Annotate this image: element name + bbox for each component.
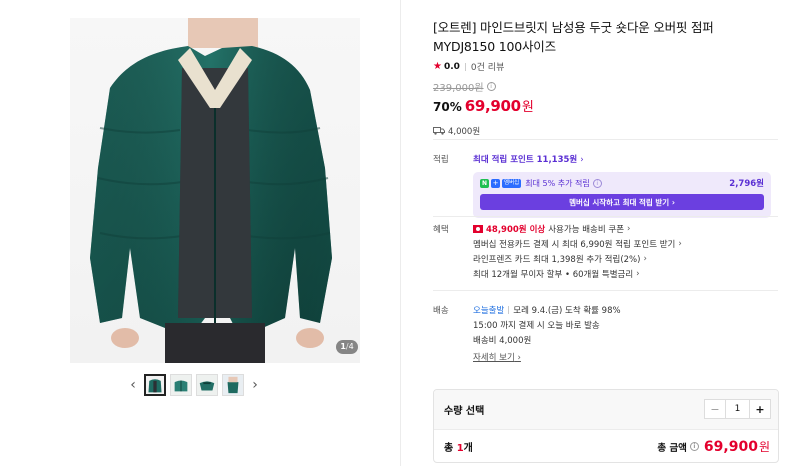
extra-points-text: 최대 5% 추가 적립 [525,178,590,188]
rating-score: 0.0 [443,61,460,72]
linefriends-card-text: 라인프렌즈 카드 최대 1,398원 추가 적립(2%) [473,254,641,265]
chevron-right-icon: › [580,155,584,165]
benefits-label: 혜택 [433,225,449,235]
chevron-right-icon: › [517,353,521,363]
promo-left: N + 멤버십 최대 5% 추가 적립 i [480,178,602,189]
today-shipping-badge: 오늘출발 [473,305,505,316]
membership-card-text: 멤버십 전용카드 결제 시 최대 6,990원 적립 포인트 받기 [473,239,676,250]
divider [433,139,778,140]
shipping-fee: 4,000원 [448,127,481,137]
max-points-text: 최대 적립 포인트 11,135원 [473,155,578,165]
delivery-divider [508,305,510,314]
max-points-link[interactable]: 최대 적립 포인트 11,135원 › [473,153,778,165]
truck-icon [433,127,445,135]
rating-row[interactable]: ★ 0.0 0건 리뷰 [433,60,778,73]
jacket-photo [90,18,332,363]
more-details-link[interactable]: 자세히 보기 › [473,351,778,363]
extra-points-amount: 2,796원 [729,179,764,189]
shipping-cutoff: 15:00 까지 결제 시 오늘 바로 발송 [473,320,600,331]
image-counter: 1/4 [336,340,358,354]
quantity-stepper: − 1 + [704,399,771,419]
rating-divider [464,62,466,71]
plus-button[interactable]: + [750,400,770,418]
start-membership-button[interactable]: 멤버십 시작하고 최대 적립 받기 › [480,194,764,210]
more-details-text: 자세히 보기 [473,353,515,363]
chevron-right-icon: › [636,268,640,279]
thumbnail-4[interactable] [222,374,244,396]
installment-text: 최대 12개월 무이자 할부 • 60개월 특별금리 [473,269,634,280]
reward-label: 적립 [433,155,449,165]
divider [433,290,778,291]
delivery-body: 오늘출발 모레 9.4.(금) 도착 확률 98% 15:00 까지 결제 시 … [473,302,778,363]
quantity-title: 수량 선택 [444,406,485,417]
delivery-fee: 배송비 4,000원 [473,335,532,346]
star-icon: ★ [433,61,442,72]
sale-price-row: 70% 69,900 원 [433,96,778,115]
total-amount-label: 총 금액 [657,442,687,454]
coupon-min-amount: 48,900원 이상 [486,224,546,235]
prev-image-arrow-icon[interactable]: ‹ [126,372,140,398]
thumbnail-1[interactable] [144,374,166,396]
next-image-arrow-icon[interactable]: › [248,372,262,398]
quantity-header: 수량 선택 − 1 + [434,390,778,430]
info-icon[interactable]: i [689,442,699,451]
membership-card-benefit[interactable]: 멤버십 전용카드 결제 시 최대 6,990원 적립 포인트 받기 › [473,236,778,251]
thumbnail-2[interactable] [170,374,192,396]
total-suffix: 개 [463,443,473,454]
total-prefix: 총 [444,443,457,454]
promo-top-row: N + 멤버십 최대 5% 추가 적립 i 2,796원 [480,177,764,189]
reward-body: 최대 적립 포인트 11,135원 › N + 멤버십 최대 5% 추가 적립 … [473,153,778,218]
shipping-fee-row: 4,000원 [433,125,778,137]
info-icon[interactable]: i [592,178,602,188]
divider [433,216,778,217]
total-count-number: 1 [456,443,464,454]
quantity-box: 수량 선택 − 1 + 총 1개 총 금액 i 69,900 원 [433,389,779,463]
chevron-right-icon: › [627,223,631,234]
total-currency: 원 [758,440,770,454]
price-currency: 원 [521,100,534,115]
product-main-image[interactable] [70,18,360,363]
delivery-estimate: 오늘출발 모레 9.4.(금) 도착 확률 98% [473,302,778,317]
coupon-benefit[interactable]: 48,900원 이상 사용가능 배송비 쿠폰 › [473,221,778,236]
discount-rate: 70% [433,100,462,114]
total-row: 총 1개 총 금액 i 69,900 원 [444,438,770,455]
total-count: 총 1개 [444,439,473,454]
membership-promo-box: N + 멤버십 최대 5% 추가 적립 i 2,796원 멤버십 시작하고 최대… [473,172,771,218]
coupon-flag-icon [473,224,483,233]
minus-button[interactable]: − [705,400,725,418]
delivery-label: 배송 [433,306,449,316]
sale-price: 69,900 [464,97,521,115]
review-count[interactable]: 0건 리뷰 [471,60,504,73]
npay-badge-icon: N [480,178,490,188]
total-amount: 총 금액 i 69,900 원 [657,438,770,455]
quantity-value[interactable]: 1 [725,400,750,418]
original-price: 239,000원 [433,83,484,94]
product-title: [오트렌] 마인드브릿지 남성용 두굿 숏다운 오버핏 점퍼 MYDJ8150 … [433,20,714,54]
thumbnail-3[interactable] [196,374,218,396]
chevron-right-icon: › [643,253,647,264]
total-price: 69,900 [703,438,758,455]
benefits-body: 48,900원 이상 사용가능 배송비 쿠폰 › 멤버십 전용카드 결제 시 최… [473,221,778,281]
linefriends-card-benefit[interactable]: 라인프렌즈 카드 최대 1,398원 추가 적립(2%) › [473,251,778,266]
arrival-estimate: 모레 9.4.(금) 도착 확률 98% [513,305,621,316]
info-icon[interactable]: i [486,82,496,91]
coupon-text: 사용가능 배송비 쿠폰 [548,224,625,235]
product-info-panel: [오트렌] 마인드브릿지 남성용 두굿 숏다운 오버핏 점퍼 MYDJ8150 … [433,18,778,137]
column-divider [400,0,401,466]
installment-benefit[interactable]: 최대 12개월 무이자 할부 • 60개월 특별금리 › [473,266,778,281]
thumbnail-strip: ‹ › [126,372,262,398]
membership-badge: 멤버십 [502,178,522,188]
original-price-row: 239,000원 i [433,79,778,94]
plus-badge-icon: + [491,178,501,188]
chevron-right-icon: › [678,238,682,249]
